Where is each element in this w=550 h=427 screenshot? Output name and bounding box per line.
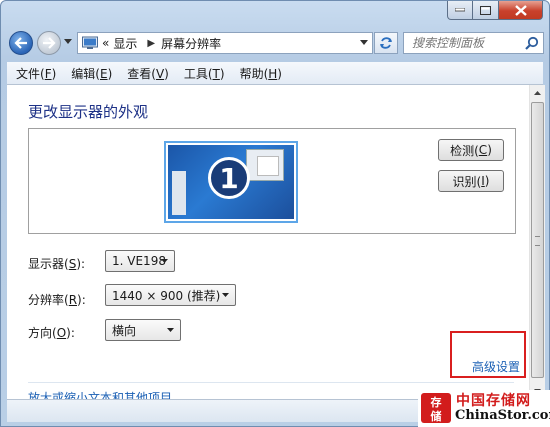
monitor-preview-area: 1 检测(C) 识别(I) [28, 128, 516, 234]
menu-view[interactable]: 查看(V) [121, 65, 175, 82]
advanced-settings-link[interactable]: 高级设置 [472, 358, 520, 375]
forward-button[interactable] [37, 31, 61, 55]
watermark-logo-icon: 存 储 [421, 393, 451, 423]
arrow-left-icon [14, 37, 27, 49]
minimize-icon [455, 8, 465, 12]
maximize-button[interactable] [473, 1, 499, 20]
address-dropdown-icon[interactable] [360, 40, 368, 45]
search-box[interactable] [403, 32, 544, 54]
chevron-down-icon [222, 293, 229, 297]
vertical-scrollbar[interactable] [529, 85, 545, 399]
section-divider [28, 382, 514, 383]
navigation-bar: « 显示 ▶ 屏幕分辨率 [7, 27, 544, 61]
page-title: 更改显示器的外观 [28, 103, 149, 121]
history-dropdown-icon[interactable] [64, 39, 72, 44]
resolution-select-value: 1440 × 900 (推荐) [112, 288, 221, 303]
detect-button[interactable]: 检测(C) [438, 139, 504, 161]
menu-bar: 文件(F) 编辑(E) 查看(V) 工具(T) 帮助(H) [7, 62, 543, 85]
monitor-1-thumbnail[interactable]: 1 [164, 141, 298, 223]
minimize-button[interactable] [447, 1, 473, 20]
monitor-screen: 1 [168, 145, 294, 219]
close-button[interactable] [499, 1, 543, 20]
orientation-select[interactable]: 横向 [105, 319, 181, 341]
resolution-label: 分辨率(R): [28, 293, 86, 307]
identify-button[interactable]: 识别(I) [438, 170, 504, 192]
scrollbar-grip [535, 236, 540, 246]
maximize-icon [480, 5, 491, 15]
watermark-domain-text: ChinaStor.com [455, 408, 550, 423]
window-frame: « 显示 ▶ 屏幕分辨率 文件(F) 编辑(E) 查看(V) 工具(T) [0, 0, 550, 427]
svg-text:储: 储 [431, 409, 442, 423]
content-pane: 更改显示器的外观 1 检测(C) 识别(I) 显示器(S): 1. VE198 [7, 85, 529, 399]
resolution-select[interactable]: 1440 × 900 (推荐) [105, 284, 236, 306]
orientation-label: 方向(O): [28, 326, 75, 340]
address-bar[interactable]: « 显示 ▶ 屏幕分辨率 [77, 32, 373, 54]
chevron-down-icon [167, 328, 174, 332]
display-label: 显示器(S): [28, 257, 86, 271]
menu-help[interactable]: 帮助(H) [234, 65, 288, 82]
breadcrumb-display[interactable]: 显示 [113, 35, 137, 52]
refresh-button[interactable] [374, 32, 398, 54]
chevron-down-icon [161, 259, 168, 263]
caption-buttons [447, 1, 543, 20]
watermark-chinese-text: 中国存储网 [456, 393, 531, 409]
display-select-value: 1. VE198 [112, 254, 166, 268]
svg-text:存: 存 [431, 395, 442, 409]
text-size-link[interactable]: 放大或缩小文本和其他项目 [28, 389, 172, 399]
breadcrumb-screen-resolution[interactable]: 屏幕分辨率 [161, 35, 221, 52]
menu-file[interactable]: 文件(F) [10, 65, 62, 82]
search-input[interactable] [410, 35, 526, 51]
monitor-sidebar-graphic [172, 171, 186, 215]
scrollbar-thumb[interactable] [531, 102, 544, 378]
scroll-up-button[interactable] [530, 85, 545, 101]
monitor-number: 1 [208, 157, 250, 199]
display-select[interactable]: 1. VE198 [105, 250, 175, 272]
control-panel-icon [82, 36, 98, 49]
refresh-icon [380, 37, 392, 49]
arrow-right-icon [43, 37, 56, 49]
search-icon[interactable] [525, 36, 539, 50]
back-button[interactable] [9, 31, 33, 55]
menu-edit[interactable]: 编辑(E) [65, 65, 118, 82]
scroll-up-icon [534, 91, 541, 95]
orientation-select-value: 横向 [112, 323, 137, 338]
breadcrumb-separator[interactable]: ▶ [147, 38, 155, 49]
monitor-window-graphic [246, 149, 284, 181]
menu-tools[interactable]: 工具(T) [178, 65, 231, 82]
breadcrumb-prefix[interactable]: « [102, 36, 109, 50]
close-icon [514, 4, 527, 16]
